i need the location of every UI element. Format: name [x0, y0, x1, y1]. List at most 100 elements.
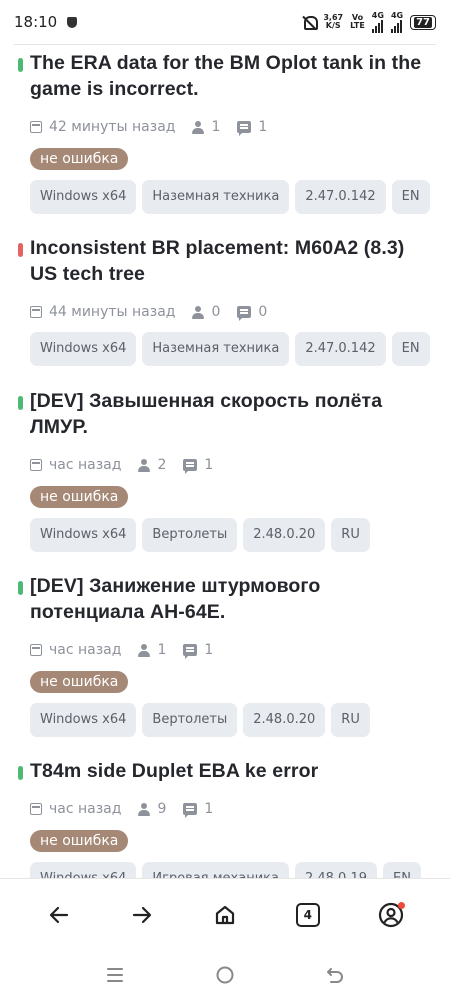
- tabs-button[interactable]: 4: [288, 895, 328, 935]
- status-badge[interactable]: не ошибка: [30, 486, 129, 508]
- signal-2: 4G: [390, 11, 403, 33]
- battery-icon: 77: [410, 14, 436, 30]
- topic-users: 2: [157, 457, 167, 473]
- tag[interactable]: Windows x64: [30, 703, 137, 737]
- topic-title[interactable]: Inconsistent BR placement: M60A2 (8.3) U…: [30, 235, 436, 287]
- topic-status-bar: [18, 396, 23, 410]
- tag[interactable]: Windows x64: [30, 518, 137, 552]
- tag[interactable]: 2.48.0.20: [243, 703, 326, 737]
- volte-bottom: LTE: [350, 21, 365, 30]
- arrow-left-icon: [50, 906, 69, 923]
- topic-time: час назад: [49, 457, 122, 473]
- topic-meta: час назад 2 1: [30, 455, 436, 475]
- calendar-icon: [30, 803, 42, 815]
- topic-title-row: [DEV] Занижение штурмового потенциала АН…: [18, 573, 436, 625]
- recents-button[interactable]: [100, 960, 130, 990]
- status-indicators: 3,67 K/S Vo LTE 4G 4G 77: [302, 10, 436, 33]
- tag[interactable]: Вертолеты: [142, 518, 238, 552]
- return-icon: [327, 968, 343, 983]
- menu-lines-icon: [107, 968, 123, 982]
- user-icon: [138, 458, 151, 472]
- chat-icon: [183, 644, 198, 659]
- topic-users: 0: [211, 304, 221, 320]
- topic-time: час назад: [49, 801, 122, 817]
- tag[interactable]: Windows x64: [30, 332, 137, 366]
- bell-off-icon: [302, 15, 319, 30]
- topic-replies: 1: [258, 119, 268, 135]
- tag[interactable]: EN: [391, 332, 430, 366]
- divider: [14, 44, 436, 45]
- tag[interactable]: 2.48.0.20: [243, 518, 326, 552]
- volte-indicator: Vo LTE: [350, 14, 365, 30]
- topic-title-row: Inconsistent BR placement: M60A2 (8.3) U…: [18, 235, 436, 287]
- status-badge[interactable]: не ошибка: [30, 148, 129, 170]
- topic-time: час назад: [49, 642, 122, 658]
- chat-icon: [183, 803, 198, 818]
- system-back-button[interactable]: [320, 960, 350, 990]
- tag[interactable]: EN: [391, 180, 430, 214]
- forward-button[interactable]: [122, 895, 162, 935]
- chat-icon: [183, 459, 198, 474]
- topic-item[interactable]: T84m side Duplet EBA ke error час назад …: [0, 758, 450, 880]
- net-speed: 3,67 K/S: [323, 14, 343, 30]
- tag-list: Windows x64 Вертолеты 2.48.0.20 RU: [30, 703, 436, 737]
- topic-title[interactable]: The ERA data for the BM Oplot tank in th…: [30, 50, 436, 102]
- tag-list: Windows x64 Наземная техника 2.47.0.142 …: [30, 180, 436, 214]
- profile-button[interactable]: [371, 895, 411, 935]
- topic-replies: 0: [258, 304, 268, 320]
- topic-meta: час назад 9 1: [30, 799, 436, 819]
- topic-status-bar: [18, 581, 23, 595]
- calendar-icon: [30, 644, 42, 656]
- signal-1-label: 4G: [371, 10, 384, 20]
- tag[interactable]: Вертолеты: [142, 703, 238, 737]
- topic-status-bar: [18, 243, 23, 257]
- status-badge[interactable]: не ошибка: [30, 830, 129, 852]
- home-button[interactable]: [205, 895, 245, 935]
- topic-list[interactable]: The ERA data for the BM Oplot tank in th…: [0, 50, 450, 880]
- notification-dot: [397, 901, 405, 909]
- chat-icon: [237, 121, 252, 136]
- topic-users: 9: [157, 801, 167, 817]
- chat-icon: [237, 306, 252, 321]
- calendar-icon: [30, 121, 42, 133]
- topic-item[interactable]: [DEV] Занижение штурмового потенциала АН…: [0, 573, 450, 737]
- topic-title[interactable]: T84m side Duplet EBA ke error: [30, 758, 318, 784]
- tag[interactable]: 2.47.0.142: [295, 332, 386, 366]
- arrow-right-icon: [133, 906, 152, 923]
- tag[interactable]: RU: [331, 703, 370, 737]
- system-nav-bar: [0, 950, 450, 1000]
- topic-status-bar: [18, 766, 23, 780]
- tag[interactable]: Наземная техника: [142, 332, 290, 366]
- topic-title-row: T84m side Duplet EBA ke error: [18, 758, 436, 784]
- tag[interactable]: 2.47.0.142: [295, 180, 386, 214]
- topic-title-row: [DEV] Завышенная скорость полёта ЛМУР.: [18, 388, 436, 440]
- home-icon: [215, 905, 235, 924]
- topic-replies: 1: [204, 642, 214, 658]
- back-button[interactable]: [39, 895, 79, 935]
- topic-item[interactable]: The ERA data for the BM Oplot tank in th…: [0, 50, 450, 214]
- signal-icon: [390, 19, 403, 33]
- topic-replies: 1: [204, 457, 214, 473]
- browser-toolbar: 4: [0, 878, 450, 950]
- system-home-button[interactable]: [210, 960, 240, 990]
- topic-item[interactable]: [DEV] Завышенная скорость полёта ЛМУР. ч…: [0, 388, 450, 552]
- topic-status-bar: [18, 58, 23, 72]
- topic-meta: 44 минуты назад 0 0: [30, 302, 436, 322]
- tag[interactable]: Наземная техника: [142, 180, 290, 214]
- topic-title[interactable]: [DEV] Занижение штурмового потенциала АН…: [30, 573, 436, 625]
- calendar-icon: [30, 459, 42, 471]
- net-speed-unit: K/S: [325, 21, 341, 30]
- signal-icon: [371, 19, 384, 33]
- tag-list: Windows x64 Наземная техника 2.47.0.142 …: [30, 332, 436, 366]
- user-icon: [138, 802, 151, 816]
- tag[interactable]: RU: [331, 518, 370, 552]
- status-badge[interactable]: не ошибка: [30, 671, 129, 693]
- topic-title[interactable]: [DEV] Завышенная скорость полёта ЛМУР.: [30, 388, 436, 440]
- topic-meta: час назад 1 1: [30, 640, 436, 660]
- shield-icon: [67, 16, 78, 28]
- calendar-icon: [30, 306, 42, 318]
- status-time: 18:10: [14, 13, 58, 31]
- topic-item[interactable]: Inconsistent BR placement: M60A2 (8.3) U…: [0, 235, 450, 366]
- topic-users: 1: [157, 642, 167, 658]
- tag[interactable]: Windows x64: [30, 180, 137, 214]
